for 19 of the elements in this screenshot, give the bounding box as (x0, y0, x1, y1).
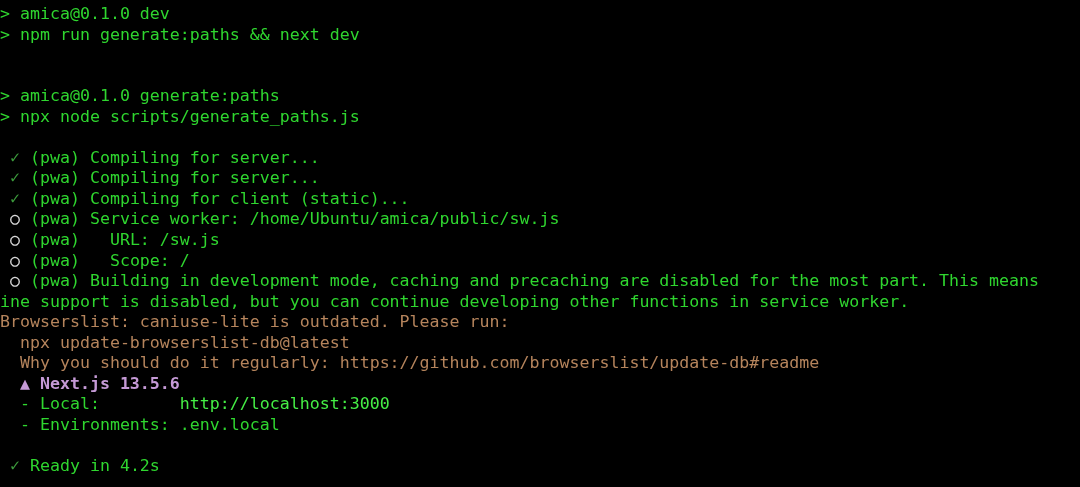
terminal-line: ✓ (pwa) Compiling for server... (9, 147, 320, 167)
terminal-line: ✓ Ready in 4.2s (9, 456, 160, 476)
terminal-line: - Environments: .env.local (18, 414, 280, 434)
terminal-line: ○ (pwa) Building in development mode, caching and precaching are disabled for the most part. This means (9, 271, 1039, 291)
terminal-line: > npm run generate:paths && next dev (0, 24, 360, 44)
terminal-line: ○ (pwa) Scope: / (9, 250, 190, 270)
terminal-line: ine support is disabled, but you can continue developing other functions in service worker. (0, 291, 910, 311)
terminal-line: ✓ (pwa) Compiling for server... (9, 168, 320, 188)
terminal-line: > amica@0.1.0 dev (0, 4, 170, 23)
terminal-line: > npx node scripts/generate_paths.js (0, 106, 360, 126)
terminal-line: - Local: http://localhost:3000 (18, 394, 390, 414)
terminal-line: ▲ Next.js 13.5.6 (18, 373, 180, 393)
terminal-line: ○ (pwa) URL: /sw.js (9, 230, 220, 249)
terminal-line: Browserslist: caniuse-lite is outdated. Please run: (0, 312, 510, 332)
terminal-line: > amica@0.1.0 generate:paths (0, 86, 280, 106)
terminal-line: Why you should do it regularly: https://github.com/browserslist/update-db#readme (18, 353, 820, 373)
terminal-line: ✓ (pwa) Compiling for client (static)... (9, 188, 410, 208)
terminal-line: ○ (pwa) Service worker: /home/Ubuntu/amica/public/sw.js (9, 209, 560, 229)
terminal-line: npx update-browserslist-db@latest (18, 332, 350, 352)
